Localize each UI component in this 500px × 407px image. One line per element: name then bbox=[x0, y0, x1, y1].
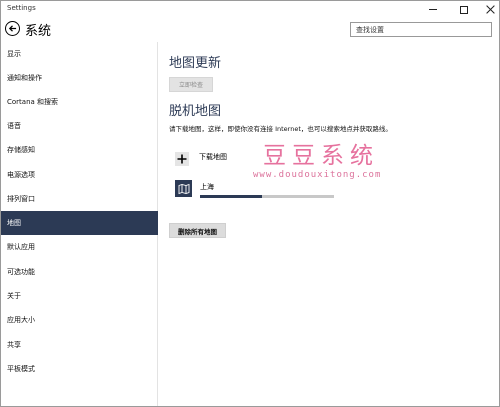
search-box[interactable] bbox=[350, 22, 492, 37]
download-progress-bar bbox=[200, 195, 334, 198]
close-icon bbox=[486, 5, 495, 14]
sidebar-item-share[interactable]: 共享 bbox=[1, 333, 158, 357]
settings-window: Settings 系统 显示 通知和操作 Cortana 和搜索 语音 存储感知… bbox=[0, 0, 500, 407]
plus-icon bbox=[177, 154, 187, 164]
sidebar-item-cortana[interactable]: Cortana 和搜索 bbox=[1, 90, 158, 114]
download-progress-fill bbox=[200, 195, 262, 198]
sidebar-item-optional-features[interactable]: 可选功能 bbox=[1, 260, 158, 284]
window-title: Settings bbox=[7, 4, 36, 12]
minimize-icon bbox=[429, 9, 437, 10]
downloaded-map-name: 上海 bbox=[200, 183, 214, 191]
sidebar-item-tablet-mode[interactable]: 平板模式 bbox=[1, 357, 158, 381]
main-content: 地图更新 立即检查 脱机地图 请下载地图，这样，即使你没有连接 Internet… bbox=[169, 42, 489, 406]
map-icon-tile bbox=[175, 180, 192, 197]
sidebar-item-multitasking[interactable]: 排列窗口 bbox=[1, 187, 158, 211]
watermark-url: www.doudouxitong.com bbox=[253, 170, 382, 180]
watermark-logo-text: 豆豆系统 bbox=[263, 143, 379, 169]
map-icon bbox=[178, 183, 189, 194]
back-button[interactable] bbox=[5, 21, 20, 36]
close-button[interactable] bbox=[477, 1, 500, 18]
check-now-button[interactable]: 立即检查 bbox=[169, 77, 213, 92]
sidebar-item-default-apps[interactable]: 默认应用 bbox=[1, 235, 158, 259]
sidebar-item-power[interactable]: 电源选项 bbox=[1, 163, 158, 187]
sidebar-item-about[interactable]: 关于 bbox=[1, 284, 158, 308]
offline-maps-title: 脱机地图 bbox=[169, 104, 222, 119]
minimize-button[interactable] bbox=[420, 1, 446, 18]
sidebar-item-storage[interactable]: 存储感知 bbox=[1, 138, 158, 162]
sidebar-item-app-sizes[interactable]: 应用大小 bbox=[1, 308, 158, 332]
sidebar-item-notifications[interactable]: 通知和操作 bbox=[1, 66, 158, 90]
download-maps-label[interactable]: 下载地图 bbox=[199, 152, 227, 162]
title-bar: Settings bbox=[1, 1, 499, 18]
sidebar-item-speech[interactable]: 语音 bbox=[1, 114, 158, 138]
sidebar-item-display[interactable]: 显示 bbox=[1, 42, 158, 66]
sidebar-item-maps[interactable]: 地图 bbox=[1, 211, 158, 235]
download-maps-button[interactable] bbox=[175, 152, 189, 166]
map-update-title: 地图更新 bbox=[169, 56, 222, 71]
back-arrow-icon bbox=[8, 25, 17, 32]
maximize-button[interactable] bbox=[451, 1, 477, 18]
page-header: 系统 bbox=[1, 18, 499, 42]
delete-all-maps-button[interactable]: 删除所有地图 bbox=[169, 223, 226, 238]
watermark: 豆豆系统 www.doudouxitong.com bbox=[253, 136, 443, 186]
offline-maps-description: 请下载地图，这样，即使你没有连接 Internet，也可以搜索地点并获取路线。 bbox=[169, 125, 392, 133]
page-title: 系统 bbox=[25, 24, 52, 39]
search-input[interactable] bbox=[351, 23, 491, 36]
maximize-icon bbox=[460, 5, 468, 14]
sidebar-nav: 显示 通知和操作 Cortana 和搜索 语音 存储感知 电源选项 排列窗口 地… bbox=[1, 42, 158, 406]
